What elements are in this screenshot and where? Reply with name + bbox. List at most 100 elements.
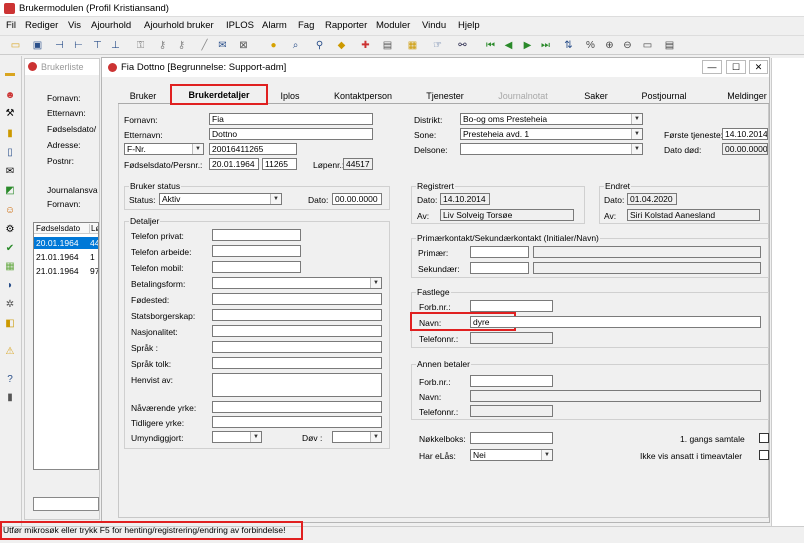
report-icon[interactable]: ▦ (405, 38, 420, 53)
chevron-down-icon[interactable]: ▼ (370, 432, 381, 442)
key2-icon[interactable]: ⚷ (174, 38, 189, 53)
tab-meldinger[interactable]: Meldinger (724, 88, 770, 103)
menu-vis[interactable]: Vis (68, 20, 81, 31)
doc-icon[interactable]: ▤ (380, 38, 395, 53)
col-fodselsdato[interactable]: Fødselsdato (36, 224, 80, 233)
persnr-field[interactable]: 11265 (262, 158, 297, 170)
fastlege-navn-field[interactable]: dyre (470, 316, 761, 328)
pen-icon[interactable]: ╱ (197, 38, 212, 53)
chart-icon[interactable]: ◩ (2, 183, 18, 198)
tree-collapse-icon[interactable]: ⊤ (90, 38, 105, 53)
tab-bruker[interactable]: Bruker (120, 88, 166, 103)
id-number-field[interactable]: 20016411265 (209, 143, 297, 155)
tab-kontaktperson[interactable]: Kontaktperson (330, 88, 396, 103)
annen-forb-field[interactable] (470, 375, 553, 387)
shield-icon[interactable]: ◧ (2, 316, 18, 331)
statsborgerskap-field[interactable] (212, 309, 382, 321)
delsone-select[interactable]: ▼ (460, 143, 643, 155)
hand-icon[interactable]: ☞ (430, 38, 445, 53)
calc-icon[interactable]: ▭ (640, 38, 655, 53)
table-row[interactable]: 21.01.1964 1 (34, 251, 98, 263)
pill-icon[interactable]: ◗ (2, 278, 18, 293)
nokkelboks-field[interactable] (470, 432, 553, 444)
sone-select[interactable]: Presteheia avd. 1 ▼ (460, 128, 643, 140)
tree-icon[interactable]: ⊣ (52, 38, 67, 53)
tool-icon[interactable]: ✚ (358, 38, 373, 53)
sekundaer-initials-field[interactable] (470, 262, 529, 274)
gear-icon[interactable]: ✲ (2, 297, 18, 312)
sprak-field[interactable] (212, 341, 382, 353)
tab-tjenester[interactable]: Tjenester (420, 88, 470, 103)
mail-icon[interactable]: ✉ (215, 38, 230, 53)
lock-icon[interactable]: ⚿ (133, 38, 148, 53)
chevron-down-icon[interactable]: ▼ (192, 144, 203, 154)
menu-ajourhold-bruker[interactable]: Ajourhold bruker (144, 20, 214, 31)
menu-vindu[interactable]: Vindu (422, 20, 446, 31)
chevron-down-icon[interactable]: ▼ (631, 114, 642, 124)
people-icon[interactable]: ☺ (2, 203, 18, 218)
status-select[interactable]: Aktiv ▼ (159, 193, 282, 205)
user-icon[interactable]: ☻ (2, 88, 18, 103)
binoculars2-icon[interactable]: ⚯ (455, 38, 470, 53)
open-folder-icon[interactable]: ▭ (8, 38, 23, 53)
umyndiggjort-select[interactable]: ▼ (212, 431, 262, 443)
chevron-down-icon[interactable]: ▼ (270, 194, 281, 204)
wrench-icon[interactable]: ⚙ (2, 222, 18, 237)
chevron-down-icon[interactable]: ▼ (631, 129, 642, 139)
user-list-table[interactable]: Fødselsdato Lø 20.01.1964 44 21.01.1964 … (33, 222, 99, 470)
chevron-down-icon[interactable]: ▼ (541, 450, 552, 460)
menu-rapporter[interactable]: Rapporter (325, 20, 367, 31)
list-search-box[interactable] (33, 497, 99, 511)
menu-fil[interactable]: Fil (6, 20, 16, 31)
percent-icon[interactable]: % (583, 38, 598, 53)
first-icon[interactable]: ⏮ (483, 38, 498, 53)
warning-icon[interactable]: ⚠ (2, 344, 18, 359)
minimize-icon[interactable]: — (702, 60, 722, 74)
fastlege-forb-field[interactable] (470, 300, 553, 312)
tidligere-yrke-field[interactable] (212, 416, 382, 428)
list-icon[interactable]: ▤ (662, 38, 677, 53)
tree-expand-icon[interactable]: ⊢ (71, 38, 86, 53)
menu-fag[interactable]: Fag (298, 20, 314, 31)
menu-rediger[interactable]: Rediger (25, 20, 58, 31)
folder-icon[interactable]: ▬ (2, 66, 18, 81)
id-type-select[interactable]: F-Nr. ▼ (124, 143, 204, 155)
book-icon[interactable]: ▮ (2, 126, 18, 141)
chevron-down-icon[interactable]: ▼ (370, 278, 381, 288)
navaerende-yrke-field[interactable] (212, 401, 382, 413)
close-doc-icon[interactable]: ⊠ (236, 38, 251, 53)
tools-icon[interactable]: ⚒ (2, 106, 18, 121)
sprak-tolk-field[interactable] (212, 357, 382, 369)
zoom-in-icon[interactable]: ⊕ (602, 38, 617, 53)
forste-gangs-samtale-checkbox[interactable] (759, 433, 769, 443)
nasjonalitet-field[interactable] (212, 325, 382, 337)
check-icon[interactable]: ✔ (2, 241, 18, 256)
telefon-arbeide-field[interactable] (212, 245, 301, 257)
menu-hjelp[interactable]: Hjelp (458, 20, 480, 31)
close-icon[interactable]: ✕ (749, 60, 768, 74)
help-icon[interactable]: ? (2, 372, 18, 387)
eraser-icon[interactable]: ◆ (334, 38, 349, 53)
telefon-privat-field[interactable] (212, 229, 301, 241)
dov-select[interactable]: ▼ (332, 431, 382, 443)
tab-brukerdetaljer[interactable]: Brukerdetaljer (170, 84, 268, 105)
col-lopenr[interactable]: Lø (89, 224, 98, 233)
chevron-down-icon[interactable]: ▼ (250, 432, 261, 442)
menu-moduler[interactable]: Moduler (376, 20, 410, 31)
distrikt-select[interactable]: Bo-og oms Presteheia ▼ (460, 113, 643, 125)
har-elas-select[interactable]: Nei ▼ (470, 449, 553, 461)
betalingsform-select[interactable]: ▼ (212, 277, 382, 289)
menu-ajourhold[interactable]: Ajourhold (91, 20, 131, 31)
dato-dod-field[interactable]: 00.00.0000 (722, 143, 768, 155)
forste-tjeneste-field[interactable]: 14.10.2014 (722, 128, 768, 140)
tree-move-icon[interactable]: ⊥ (108, 38, 123, 53)
ikke-vis-ansatt-checkbox[interactable] (759, 450, 769, 460)
chevron-down-icon[interactable]: ▼ (631, 144, 642, 154)
menu-iplos[interactable]: IPLOS (226, 20, 254, 31)
exit-icon[interactable]: ▮ (2, 390, 18, 405)
envelope-icon[interactable]: ✉ (2, 164, 18, 179)
clipboard-icon[interactable]: ▯ (2, 145, 18, 160)
fornavn-field[interactable]: Fia (209, 113, 373, 125)
tab-postjournal[interactable]: Postjournal (636, 88, 692, 103)
sort-icon[interactable]: ⇅ (561, 38, 576, 53)
